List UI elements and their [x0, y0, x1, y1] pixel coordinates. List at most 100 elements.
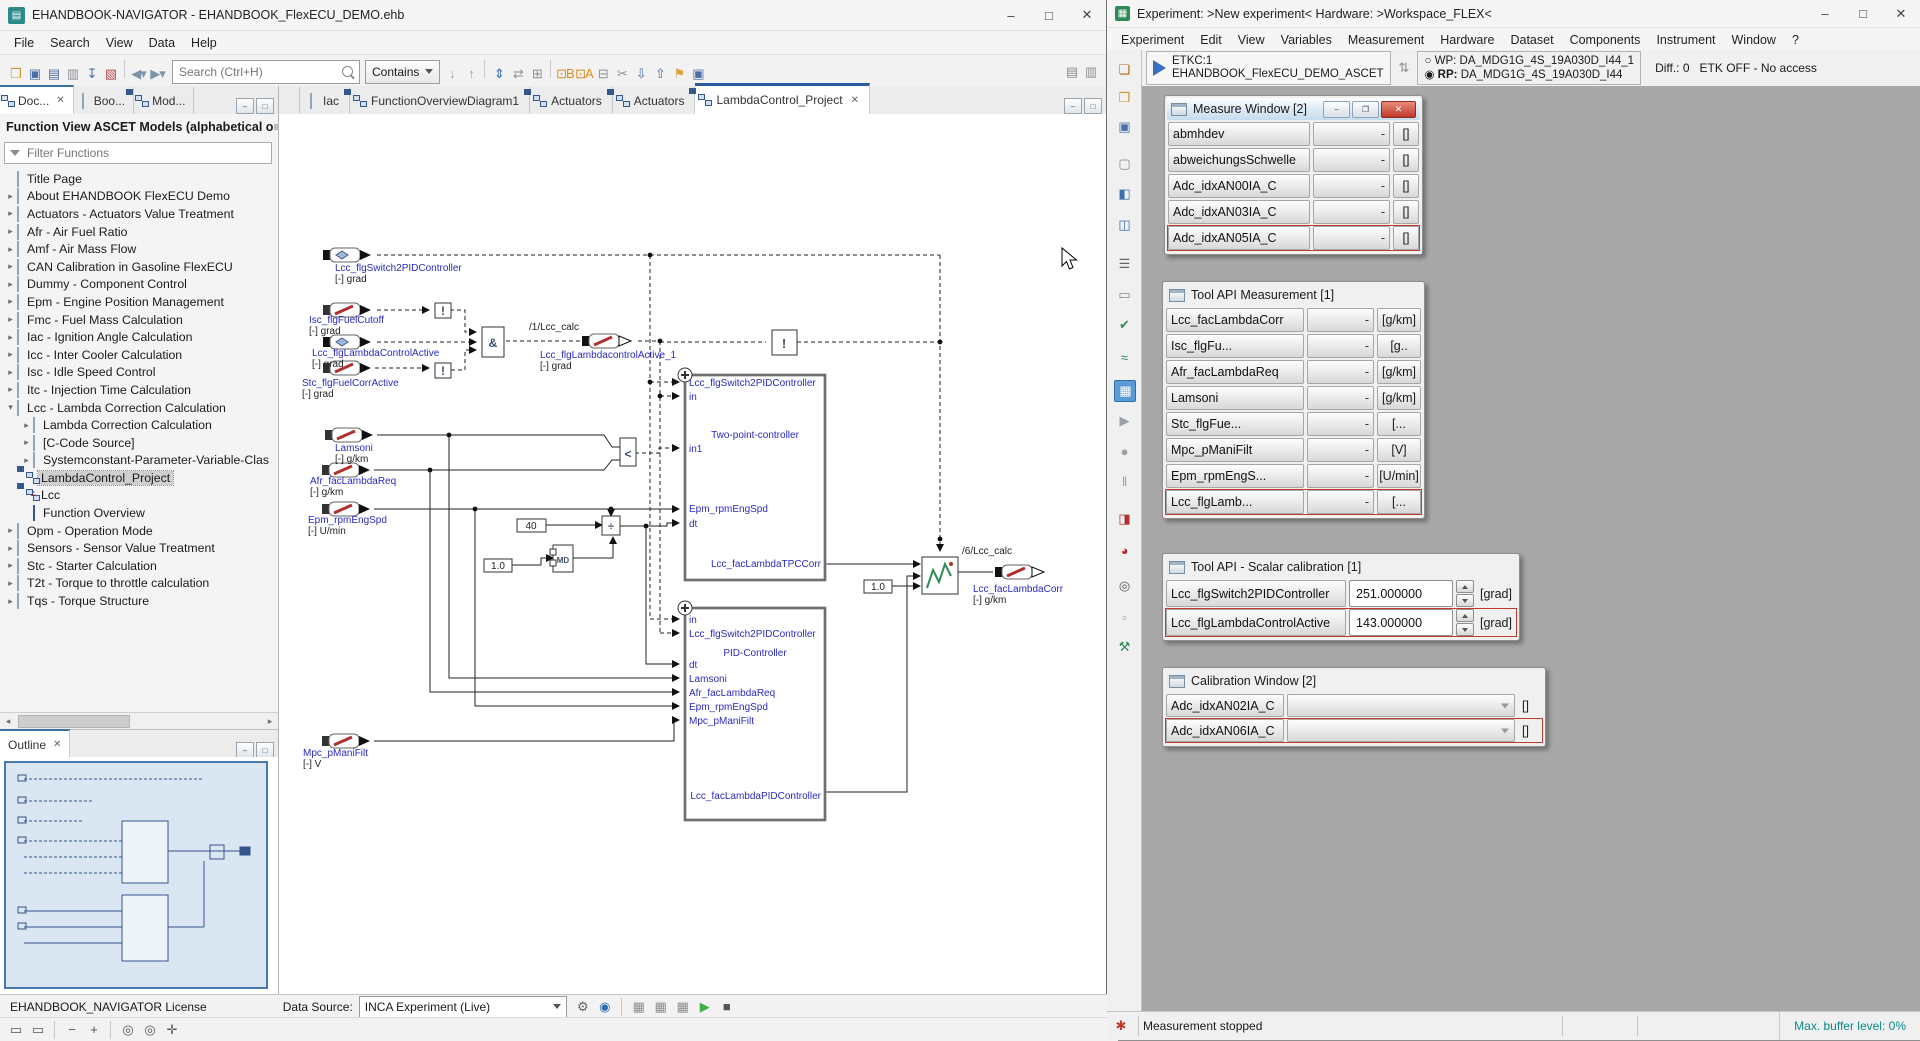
minimize-view-icon[interactable]: –	[236, 98, 254, 114]
menu-dataset[interactable]: Dataset	[1502, 31, 1561, 49]
split-view-icon[interactable]: ▦	[651, 997, 670, 1016]
tool-api-measurement-header[interactable]: Tool API Measurement [1]	[1165, 284, 1422, 306]
check-icon[interactable]: ✔	[1114, 315, 1134, 335]
measure-icon[interactable]: ▭	[1114, 285, 1134, 305]
calibration-row[interactable]: Adc_idxAN06IA_C[]	[1166, 719, 1542, 742]
print-diagram-icon[interactable]: ▥	[1081, 62, 1100, 81]
tree-closed-arrow-icon[interactable]: ▸	[20, 437, 33, 448]
tree-closed-arrow-icon[interactable]: ▸	[4, 525, 17, 536]
measure-window-panel[interactable]: Measure Window [2] – ❐ ✕ abmhdev-[]abwei…	[1164, 95, 1423, 255]
layout1-icon[interactable]: ▭	[6, 1020, 25, 1039]
view-menu-icon[interactable]: ≡	[273, 120, 278, 134]
document-icon[interactable]: ❏	[1114, 60, 1134, 80]
tools-icon[interactable]: ⚒	[1114, 637, 1134, 657]
minimize-button[interactable]: –	[1806, 0, 1844, 27]
layout2-icon[interactable]: ▭	[28, 1020, 47, 1039]
tree-item[interactable]: ▸Afr - Air Fuel Ratio	[0, 223, 278, 241]
wp-radio[interactable]: ○ WP: DA_MDG1G_4S_19A030D_I44_1	[1424, 54, 1634, 68]
expand-all-icon[interactable]: ⇕	[489, 64, 508, 83]
next-match-icon[interactable]: ↓	[442, 64, 461, 83]
spinner-down-icon[interactable]	[1456, 594, 1474, 607]
filter-input[interactable]	[25, 145, 266, 161]
calibration-row[interactable]: Adc_idxAN02IA_C[]	[1166, 694, 1542, 717]
variable-name-cell[interactable]: Adc_idxAN03IA_C	[1168, 200, 1310, 224]
collapse-all-icon[interactable]: ⊞	[527, 64, 546, 83]
tree-item[interactable]: ▸Opm - Operation Mode	[0, 522, 278, 540]
tree-closed-arrow-icon[interactable]: ▸	[4, 191, 17, 202]
contains-dropdown[interactable]: Contains	[365, 60, 440, 84]
record-icon[interactable]: ●	[1114, 441, 1134, 461]
variable-name-cell[interactable]: Adc_idxAN05IA_C	[1168, 226, 1310, 250]
value-cell[interactable]: -	[1307, 308, 1374, 332]
editor-tab-functionoverviewdiagram1[interactable]: FunctionOverviewDiagram1	[350, 87, 530, 114]
variable-name-cell[interactable]: Lcc_flgLamb...	[1166, 490, 1304, 514]
save-icon[interactable]: ▣	[1114, 117, 1134, 137]
scalar-calibration-panel[interactable]: Tool API - Scalar calibration [1] Lcc_fl…	[1162, 553, 1520, 641]
flag-icon[interactable]: ⚑	[669, 64, 688, 83]
play-icon[interactable]: ▶	[1114, 411, 1134, 431]
tree-item[interactable]: ▸Itc - Injection Time Calculation	[0, 381, 278, 399]
step-up-icon[interactable]: ⇧	[650, 64, 669, 83]
scroll-right-icon[interactable]: ▸	[262, 714, 278, 729]
tree-item[interactable]: ▸Iac - Ignition Angle Calculation	[0, 328, 278, 346]
device-icon[interactable]: ▢	[1114, 154, 1134, 174]
diagram-canvas[interactable]: ! ! ! & < ÷ MD 40	[279, 114, 1106, 994]
tree-item[interactable]: ▾Lcc - Lambda Correction Calculation	[0, 399, 278, 417]
sidebar-tab-boo[interactable]: Boo...	[74, 87, 134, 114]
prev-match-icon[interactable]: ↑	[461, 64, 480, 83]
close-icon[interactable]: ✕	[53, 739, 61, 750]
maximize-view-icon[interactable]: □	[256, 742, 274, 758]
close-panel-button[interactable]: ✕	[1381, 101, 1416, 118]
tree-closed-arrow-icon[interactable]: ▸	[4, 578, 17, 589]
maximize-editor-icon[interactable]: □	[1084, 98, 1102, 114]
tree-closed-arrow-icon[interactable]: ▸	[4, 314, 17, 325]
book-icon[interactable]: ▤	[44, 64, 63, 83]
menu-measurement[interactable]: Measurement	[1340, 31, 1432, 49]
tree-item[interactable]: ▸Stc - Starter Calculation	[0, 557, 278, 575]
tree-item[interactable]: LambdaControl_Project	[0, 469, 278, 487]
multimeter-icon[interactable]: ◨	[1114, 509, 1134, 529]
spinner-up-icon[interactable]	[1456, 609, 1474, 622]
variable-name-cell[interactable]: Mpc_pManiFilt	[1166, 438, 1304, 462]
measure-row[interactable]: Epm_rpmEngS...-[U/min]	[1166, 464, 1421, 488]
workspace-icon[interactable]: ❒	[1114, 88, 1134, 108]
calibration-row[interactable]: Lcc_flgSwitch2PIDController251.000000[gr…	[1166, 580, 1516, 607]
variable-name-cell[interactable]: Isc_flgFu...	[1166, 334, 1304, 358]
tree-closed-arrow-icon[interactable]: ▸	[4, 332, 17, 343]
value-cell[interactable]: -	[1313, 148, 1390, 172]
calibration-window-panel[interactable]: Calibration Window [2] Adc_idxAN02IA_C[]…	[1162, 667, 1546, 747]
variable-name-cell[interactable]: abweichungsSchwelle	[1168, 148, 1310, 172]
measure-row[interactable]: abmhdev-[]	[1168, 122, 1419, 146]
table-view-icon[interactable]: ▦	[673, 997, 692, 1016]
value-cell[interactable]: -	[1307, 334, 1374, 358]
menu-experiment[interactable]: Experiment	[1113, 31, 1192, 49]
menu-view[interactable]: View	[1230, 31, 1273, 49]
restore-panel-button[interactable]: ❐	[1352, 101, 1379, 118]
sidebar-tab-mod[interactable]: Mod...	[134, 87, 194, 114]
menu-hardware[interactable]: Hardware	[1432, 31, 1502, 49]
variable-name-cell[interactable]: Afr_facLambdaReq	[1166, 360, 1304, 384]
label-off-icon[interactable]: ⊟	[593, 64, 612, 83]
outline-thumbnail[interactable]	[0, 757, 278, 994]
tree-item[interactable]: ▸About EHANDBOOK FlexECU Demo	[0, 188, 278, 206]
label-a-icon[interactable]: ⊡A	[574, 64, 593, 83]
tree-item[interactable]: ▸[C-Code Source]	[0, 434, 278, 452]
tree-item[interactable]: Function Overview	[0, 504, 278, 522]
menu-search[interactable]: Search	[42, 34, 98, 52]
editor-tab-lambdacontrol_project[interactable]: LambdaControl_Project✕	[695, 83, 869, 114]
scrollbar-thumb[interactable]	[18, 715, 130, 728]
menu-help[interactable]: Help	[183, 34, 225, 52]
variable-name-cell[interactable]: Adc_idxAN00IA_C	[1168, 174, 1310, 198]
menu-view[interactable]: View	[98, 34, 141, 52]
value-cell[interactable]: -	[1313, 200, 1390, 224]
measure-row[interactable]: Lcc_facLambdaCorr-[g/km]	[1166, 308, 1421, 332]
oscilloscope-icon[interactable]: ▦	[1114, 380, 1136, 402]
tree-item[interactable]: ▸T2t - Torque to throttle calculation	[0, 575, 278, 593]
value-cell[interactable]: -	[1313, 226, 1390, 250]
signal-icon[interactable]: ≈	[1114, 347, 1134, 367]
value-cell[interactable]: -	[1307, 412, 1374, 436]
tree-closed-arrow-icon[interactable]: ▸	[4, 261, 17, 272]
value-cell[interactable]: -	[1307, 438, 1374, 462]
tree-item[interactable]: ▸Systemconstant-Parameter-Variable-Clas	[0, 452, 278, 470]
data-source-dropdown[interactable]: INCA Experiment (Live)	[359, 996, 567, 1018]
